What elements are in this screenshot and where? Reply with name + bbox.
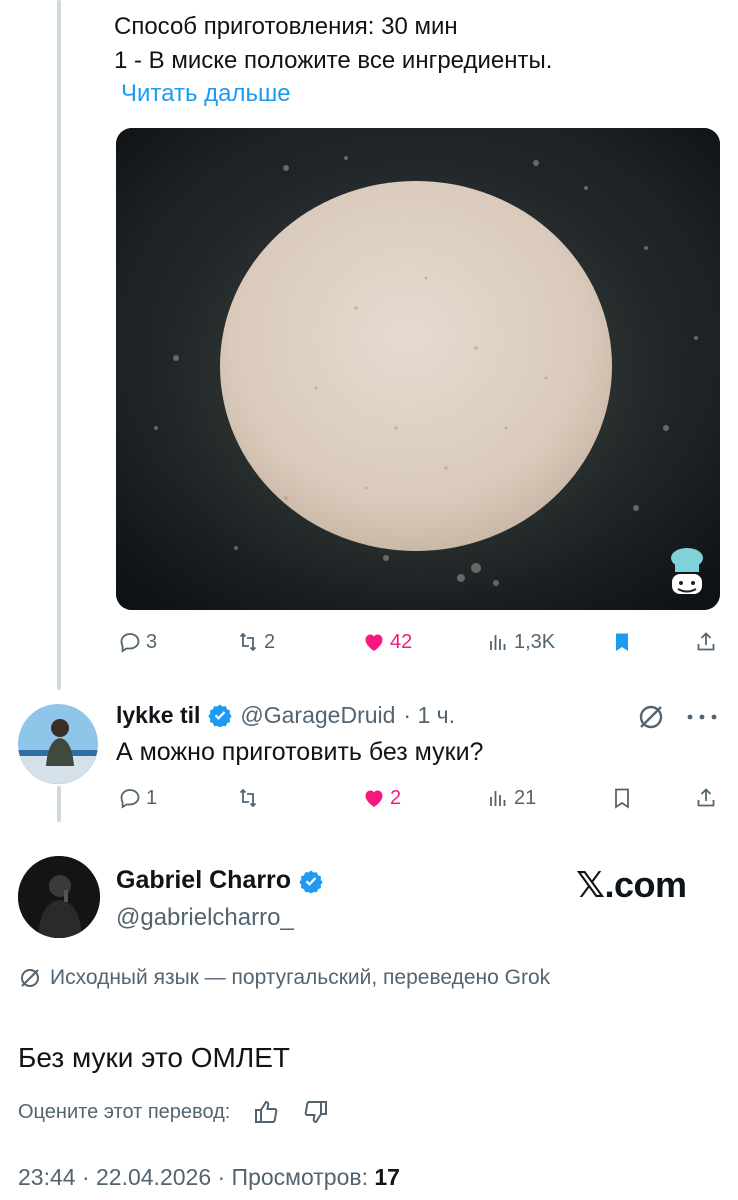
post-text-line-2: 1 - В миске положите все ингредиенты. [114,47,553,74]
author-avatar[interactable] [18,856,100,938]
heart-filled-icon [365,634,383,651]
repost-button[interactable] [236,786,260,810]
x-logo: 𝕏.com [576,864,687,905]
reply-icon [120,633,140,653]
reply-header: lykke til @GarageDruid · 1 ч. [116,698,455,732]
post-image[interactable] [116,128,720,610]
verified-badge-icon [208,704,233,727]
reply-icon [120,789,140,809]
bookmark-button[interactable] [610,630,634,654]
more-options-icon[interactable] [684,712,720,722]
reply-time: · 1 ч. [403,701,456,728]
repost-icon [239,632,257,652]
post-views: 17 [374,1164,400,1190]
author-handle[interactable]: @gabrielcharro_ [116,904,294,932]
bookmark-icon [615,788,629,809]
translate-icon [21,969,39,987]
thread-line [57,0,61,690]
translation-note-text: Исходный язык — португальский, переведен… [50,966,551,989]
repost-count: 2 [264,630,276,653]
views-icon [490,791,506,806]
heart-filled-icon [365,790,383,807]
share-button[interactable] [694,786,718,810]
reply-count: 1 [146,786,158,809]
like-count: 42 [390,630,413,653]
post-actions: 3 2 42 1,3K [116,630,720,660]
thumbs-up-icon[interactable] [252,1098,280,1126]
reply-button[interactable]: 1 [118,786,157,810]
chef-hat-icon [671,548,703,594]
share-icon [697,632,715,651]
reply-button[interactable]: 3 [118,630,157,654]
reply-count: 3 [146,630,158,653]
rate-label: Оцените этот перевод: [18,1100,231,1123]
avatar[interactable] [18,704,98,784]
translation-note: Исходный язык — португальский, переведен… [18,966,550,990]
bookmark-button[interactable] [610,786,634,810]
like-button[interactable]: 2 [362,786,401,810]
like-button[interactable]: 42 [362,630,412,654]
read-more-link[interactable]: Читать дальше [121,80,291,108]
reply-text: А можно приготовить без муки? [116,738,484,766]
reply-author-name[interactable]: lykke til [116,702,200,729]
share-icon [697,788,715,807]
author-name-row: Gabriel Charro [116,866,323,895]
views-count: 21 [514,786,537,809]
post-timestamp[interactable]: 23:44 · 22.04.2026 · Просмотров: [18,1164,368,1190]
views-button[interactable]: 1,3K [486,630,555,654]
post-text: Способ приготовления: 30 мин 1 - В миске… [114,10,552,78]
author-name[interactable]: Gabriel Charro [116,866,291,895]
thread-line [57,786,61,822]
repost-button[interactable]: 2 [236,630,275,654]
post-meta: 23:44 · 22.04.2026 · Просмотров: 17 [18,1164,400,1191]
repost-icon [239,788,257,808]
bookmark-filled-icon [616,633,628,651]
views-button[interactable]: 21 [486,786,536,810]
reply-actions: 1 2 21 [116,786,720,816]
views-icon [490,635,506,650]
translate-icon[interactable] [636,702,666,732]
rate-translation: Оцените этот перевод: [18,1098,330,1126]
verified-badge-icon [299,870,323,893]
reply-author-handle[interactable]: @GarageDruid [240,702,395,729]
views-count: 1,3K [514,630,556,653]
like-count: 2 [390,786,402,809]
post-text-line-1: Способ приготовления: 30 мин [114,13,458,40]
post-text: Без муки это ОМЛЕТ [18,1042,290,1073]
share-button[interactable] [694,630,718,654]
thumbs-down-icon[interactable] [302,1098,330,1126]
